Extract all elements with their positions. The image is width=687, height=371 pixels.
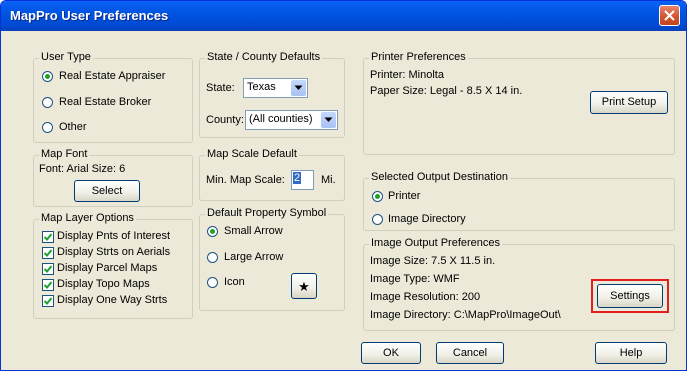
- checkbox-label-pnts-of-interest: Display Pnts of Interest: [57, 230, 171, 242]
- property-symbol-legend: Default Property Symbol: [205, 207, 329, 219]
- preferences-dialog: MapPro User Preferences User Type Real E…: [0, 0, 687, 371]
- image-type-text: Image Type: WMF: [370, 273, 460, 285]
- map-font-text: Font: Arial Size: 6: [39, 163, 126, 175]
- county-dropdown[interactable]: (All counties): [245, 110, 338, 130]
- state-county-group: State / County Defaults State: Texas Cou…: [199, 51, 345, 138]
- property-icon-button[interactable]: ★: [291, 273, 317, 299]
- checkmark-icon: [44, 233, 52, 241]
- checkmark-icon: [44, 281, 52, 289]
- property-symbol-group: Default Property Symbol Small Arrow Larg…: [199, 207, 345, 311]
- min-map-scale-value: 2: [293, 172, 302, 184]
- printer-preferences-legend: Printer Preferences: [369, 51, 468, 63]
- radio-label-real-estate-appraiser: Real Estate Appraiser: [59, 70, 166, 82]
- image-directory-text: Image Directory: C:\MapPro\ImageOut\: [370, 309, 561, 321]
- radio-label-image-directory: Image Directory: [388, 213, 466, 225]
- ok-button[interactable]: OK: [361, 342, 421, 364]
- ok-label: OK: [383, 347, 399, 359]
- state-dropdown[interactable]: Texas: [243, 78, 308, 98]
- chevron-down-icon[interactable]: [321, 112, 336, 128]
- checkbox-strts-on-aerials[interactable]: [42, 247, 54, 259]
- star-icon: ★: [298, 279, 310, 294]
- radio-real-estate-broker[interactable]: [42, 97, 53, 108]
- map-scale-label: Min. Map Scale:: [206, 174, 285, 186]
- radio-label-small-arrow: Small Arrow: [224, 225, 283, 237]
- radio-real-estate-appraiser[interactable]: [42, 71, 53, 82]
- map-layer-options-group: Map Layer Options Display Pnts of Intere…: [33, 212, 193, 319]
- checkmark-icon: [44, 265, 52, 273]
- window-title: MapPro User Preferences: [10, 8, 169, 23]
- checkbox-label-parcel-maps: Display Parcel Maps: [57, 262, 158, 274]
- map-font-group: Map Font Font: Arial Size: 6 Select: [33, 148, 193, 207]
- checkmark-icon: [44, 297, 52, 305]
- printer-text: Printer: Minolta: [370, 69, 444, 81]
- checkbox-label-topo-maps: Display Topo Maps: [57, 278, 150, 290]
- cancel-label: Cancel: [452, 347, 488, 359]
- user-type-legend: User Type: [39, 51, 93, 63]
- map-scale-legend: Map Scale Default: [205, 148, 299, 160]
- radio-image-directory[interactable]: [372, 214, 383, 225]
- radio-label-printer: Printer: [388, 190, 421, 202]
- title-bar[interactable]: MapPro User Preferences: [1, 1, 686, 31]
- min-map-scale-input[interactable]: 2: [291, 170, 314, 190]
- select-font-button[interactable]: Select: [74, 180, 140, 202]
- image-output-legend: Image Output Preferences: [369, 237, 503, 249]
- help-button[interactable]: Help: [595, 342, 667, 364]
- map-scale-unit: Mi.: [321, 174, 336, 186]
- select-font-label: Select: [91, 185, 123, 197]
- state-label: State:: [206, 82, 235, 94]
- radio-printer[interactable]: [372, 191, 383, 202]
- county-label: County:: [206, 114, 244, 126]
- settings-highlight-box: [591, 279, 669, 313]
- map-scale-group: Map Scale Default Min. Map Scale: 2 Mi.: [199, 148, 345, 201]
- checkmark-icon: [44, 249, 52, 257]
- print-setup-button[interactable]: Print Setup: [590, 91, 668, 114]
- radio-small-arrow[interactable]: [207, 226, 218, 237]
- radio-other[interactable]: [42, 122, 53, 133]
- image-resolution-text: Image Resolution: 200: [370, 291, 481, 303]
- printer-preferences-group: Printer Preferences Printer: Minolta Pap…: [363, 51, 675, 155]
- output-destination-group: Selected Output Destination Printer Imag…: [363, 171, 675, 231]
- checkbox-label-one-way-strts: Display One Way Strts: [57, 294, 168, 306]
- checkbox-pnts-of-interest[interactable]: [42, 231, 54, 243]
- close-icon: [664, 10, 675, 21]
- radio-label-icon: Icon: [224, 276, 245, 288]
- radio-large-arrow[interactable]: [207, 252, 218, 263]
- map-font-legend: Map Font: [39, 148, 90, 160]
- radio-icon[interactable]: [207, 277, 218, 288]
- output-destination-legend: Selected Output Destination: [369, 171, 510, 183]
- checkbox-parcel-maps[interactable]: [42, 263, 54, 275]
- chevron-down-icon[interactable]: [291, 80, 306, 96]
- cancel-button[interactable]: Cancel: [436, 342, 504, 364]
- image-size-text: Image Size: 7.5 X 11.5 in.: [370, 255, 496, 267]
- radio-label-large-arrow: Large Arrow: [224, 251, 284, 263]
- user-type-group: User Type Real Estate Appraiser Real Est…: [33, 51, 193, 143]
- county-value: (All counties): [249, 113, 313, 125]
- print-setup-label: Print Setup: [601, 96, 657, 108]
- state-county-legend: State / County Defaults: [205, 51, 323, 63]
- close-button[interactable]: [659, 5, 680, 26]
- state-value: Texas: [247, 81, 276, 93]
- paper-size-text: Paper Size: Legal - 8.5 X 14 in.: [370, 85, 523, 97]
- checkbox-one-way-strts[interactable]: [42, 295, 54, 307]
- radio-label-real-estate-broker: Real Estate Broker: [59, 96, 152, 108]
- help-label: Help: [619, 347, 643, 359]
- checkbox-label-strts-on-aerials: Display Strts on Aerials: [57, 246, 171, 258]
- map-layer-options-legend: Map Layer Options: [39, 212, 136, 224]
- checkbox-topo-maps[interactable]: [42, 279, 54, 291]
- radio-label-other: Other: [59, 121, 87, 133]
